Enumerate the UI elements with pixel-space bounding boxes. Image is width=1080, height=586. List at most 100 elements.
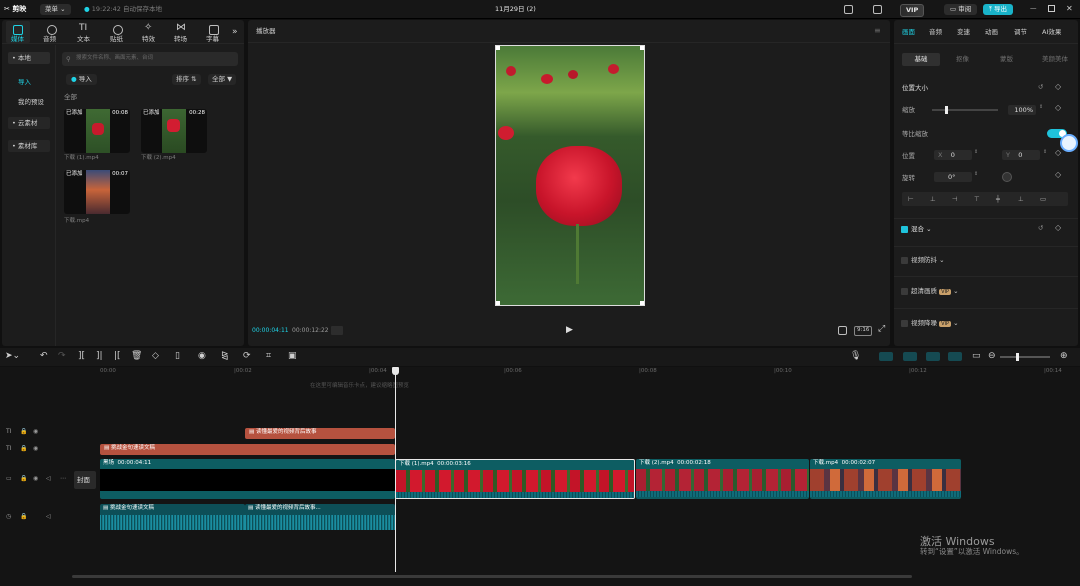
video-preview[interactable] [495, 45, 645, 306]
maximize-icon[interactable] [1048, 5, 1055, 12]
tab-transition[interactable]: ⋈ 转场 [170, 21, 194, 43]
split-left-icon[interactable]: ]| [96, 352, 103, 361]
more-icon[interactable]: ⋯ [60, 475, 66, 482]
align-vcenter-icon[interactable]: ╪ [996, 196, 1000, 203]
tab-picture[interactable]: 画面 [902, 29, 915, 36]
select-cursor-icon[interactable]: ➤⌄ [5, 352, 20, 361]
denoise-checkbox[interactable] [901, 320, 908, 327]
export-button[interactable]: ⤒ 导出 [983, 4, 1013, 15]
keyframe-icon[interactable]: ◇ [1055, 104, 1061, 112]
filter-button[interactable]: 全部 ▼ [208, 74, 237, 85]
vip-badge[interactable]: VIP [900, 4, 925, 17]
lock-icon[interactable]: 🔒 [20, 428, 27, 435]
sidebar-item-local[interactable]: • 本地 [8, 52, 50, 64]
audio-clip[interactable]: ▤ 读懂最爱的视频背后故事... [245, 504, 395, 530]
player-menu-icon[interactable]: ≡ [874, 27, 881, 35]
subtab-basic[interactable]: 基础 [902, 53, 940, 66]
slider-handle[interactable] [945, 106, 948, 114]
zoom-out-icon[interactable]: ⊖ [988, 352, 996, 361]
distribute-icon[interactable]: ▭ [1040, 196, 1046, 203]
eye-icon[interactable]: ◉ [33, 475, 38, 482]
zoom-in-icon[interactable]: ⊕ [1060, 352, 1068, 361]
lock-icon[interactable]: 🔒 [20, 513, 27, 520]
tab-effects[interactable]: ✧ 特效 [138, 21, 162, 43]
volume-icon[interactable]: ◁ [46, 513, 51, 520]
eye-icon[interactable]: ◉ [33, 428, 38, 435]
corner-handle[interactable] [496, 301, 500, 305]
video-clip[interactable]: 下载 (2).mp4 00:00:02:18 [636, 459, 809, 499]
rotate-icon[interactable]: ⟳ [243, 352, 251, 361]
stabilize-checkbox[interactable] [901, 257, 908, 264]
reset-icon[interactable]: ↺ [1038, 84, 1043, 91]
align-hcenter-icon[interactable]: ⊥ [930, 196, 936, 203]
minimize-icon[interactable]: — [1030, 5, 1037, 12]
tab-media[interactable]: 媒体 [6, 21, 30, 43]
ratio-button[interactable]: 9:16 [854, 326, 873, 336]
tab-sticker[interactable]: 贴纸 [106, 21, 130, 43]
hdr-checkbox[interactable] [901, 288, 908, 295]
preview-axis-icon[interactable] [948, 352, 962, 361]
assistant-bubble-icon[interactable] [1060, 134, 1078, 152]
time-ruler[interactable]: 00:00 |00:02 |00:04 |00:06 |00:08 |00:10… [72, 367, 1080, 377]
undo-icon[interactable]: ↶ [40, 352, 48, 361]
tab-text[interactable]: TI 文本 [73, 21, 97, 43]
audio-clip[interactable]: ▤ 挑战金句速读文稿 [100, 504, 245, 530]
subtitle-icon[interactable]: ▭ [972, 352, 981, 361]
more-tabs-icon[interactable]: » [232, 28, 238, 37]
linkage-icon[interactable] [926, 352, 940, 361]
align-right-icon[interactable]: ⊣ [952, 196, 958, 203]
freeze-icon[interactable]: ◇ [152, 352, 159, 361]
stepper-icon[interactable]: ⇕ [1039, 105, 1043, 110]
tab-audio[interactable]: 音频 [929, 29, 942, 36]
align-bottom-icon[interactable]: ⊥ [1018, 196, 1024, 203]
crop-icon[interactable]: ⌗ [266, 352, 271, 361]
stepper-icon[interactable]: ⇕ [1043, 150, 1047, 155]
slider-handle[interactable] [1016, 353, 1019, 361]
close-icon[interactable]: ✕ [1066, 5, 1073, 13]
tab-audio[interactable]: 音频 [40, 21, 64, 43]
sidebar-item-import[interactable]: 导入 [18, 79, 31, 86]
microphone-icon[interactable]: 🎙 [850, 352, 861, 361]
align-left-icon[interactable]: ⊢ [908, 196, 914, 203]
position-x-input[interactable]: X 0 [934, 150, 972, 160]
cover-button[interactable]: 封面 [74, 471, 96, 489]
tab-adjust[interactable]: 调节 [1014, 29, 1027, 36]
layout-icon[interactable] [844, 5, 853, 14]
corner-handle[interactable] [640, 46, 644, 50]
keyframe-icon[interactable]: ◇ [1055, 224, 1061, 232]
scale-input[interactable]: 100% [1008, 105, 1036, 115]
position-y-input[interactable]: Y 0 [1002, 150, 1040, 160]
delete-icon[interactable]: 🗑 [131, 352, 142, 361]
video-clip[interactable]: 下载.mp4 00:00:02:07 [810, 459, 961, 499]
sidebar-item-cloud[interactable]: • 云素材 [8, 117, 50, 129]
import-button[interactable]: ● 导入 [66, 74, 97, 85]
split-right-icon[interactable]: |[ [114, 352, 121, 361]
mirror-icon[interactable]: ⧎ [221, 352, 229, 361]
timecode-toggle-icon[interactable] [331, 326, 343, 335]
align-top-icon[interactable]: ⊤ [974, 196, 980, 203]
zoom-slider[interactable] [1000, 353, 1050, 361]
reverse-icon[interactable]: ▯ [175, 352, 180, 361]
picture-icon[interactable]: ▣ [288, 352, 297, 361]
zoom-fit-icon[interactable] [838, 326, 847, 335]
text-clip[interactable]: ▤ 挑战金句速读文稿 [100, 444, 395, 455]
keyframe-icon[interactable]: ◇ [1055, 83, 1061, 91]
media-item[interactable]: 已添加 00:08 [64, 109, 130, 153]
blend-checkbox[interactable] [901, 226, 908, 233]
sidebar-item-presets[interactable]: 我的预设 [18, 99, 44, 106]
tab-captions[interactable]: 字幕 [202, 21, 226, 43]
black-clip[interactable]: 黑场 00:00:04:11 [100, 459, 395, 499]
stepper-icon[interactable]: ⇕ [974, 150, 978, 155]
sort-button[interactable]: 排序 ⇅ [172, 74, 201, 85]
menu-button[interactable]: 菜单 ⌄ [40, 4, 71, 15]
playhead[interactable] [395, 367, 396, 572]
speed-icon[interactable]: ◉ [198, 352, 206, 361]
sidebar-item-library[interactable]: • 素材库 [8, 140, 50, 152]
rotate-dial-icon[interactable] [1002, 172, 1012, 182]
lock-icon[interactable]: 🔒 [20, 475, 27, 482]
text-clip[interactable]: ▤ 读懂最爱的视频背后故事 [245, 428, 395, 439]
subtab-beauty[interactable]: 美颜美体 [1042, 56, 1068, 63]
video-clip-selected[interactable]: 下载 (1).mp4 00:00:03:16 [395, 459, 635, 499]
lock-icon[interactable]: 🔒 [20, 445, 27, 452]
search-input[interactable]: ⚲ 搜索文件名称、画面元素、台词 [62, 52, 238, 66]
